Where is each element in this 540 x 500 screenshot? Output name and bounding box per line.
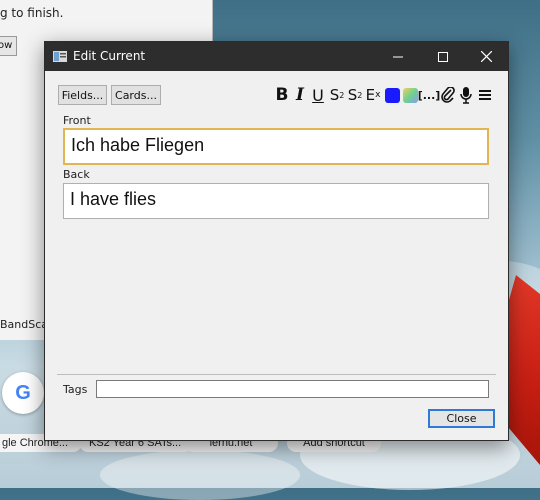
highlight-color-icon — [402, 87, 418, 103]
edit-current-dialog: Edit Current Fields... Cards... B I U S2… — [44, 41, 509, 441]
dialog-title: Edit Current — [73, 49, 146, 63]
maximize-icon — [438, 51, 448, 62]
text-color-icon — [384, 87, 400, 103]
close-icon — [480, 51, 492, 62]
cards-button[interactable]: Cards... — [111, 85, 161, 105]
more-menu-button[interactable] — [477, 85, 493, 105]
record-audio-icon — [460, 86, 472, 104]
app-icon — [53, 51, 67, 62]
record-audio-button[interactable] — [458, 85, 474, 105]
attach-button[interactable] — [440, 85, 456, 105]
background-window-button[interactable]: ow — [0, 36, 17, 56]
google-shortcut-tile[interactable]: G — [2, 372, 44, 414]
minimize-icon — [393, 56, 403, 57]
back-field[interactable]: I have flies — [63, 183, 489, 219]
underline-icon[interactable]: U — [311, 85, 325, 105]
minimize-button[interactable] — [378, 42, 418, 71]
text-color-button[interactable] — [384, 85, 400, 105]
highlight-color-button[interactable] — [402, 85, 418, 105]
dialog-titlebar[interactable]: Edit Current — [45, 42, 508, 71]
tags-input[interactable] — [96, 380, 489, 398]
fields-button[interactable]: Fields... — [58, 85, 107, 105]
subscript-icon[interactable]: S2 — [347, 85, 363, 105]
google-icon: G — [15, 381, 31, 404]
divider — [57, 374, 496, 375]
front-field[interactable]: Ich habe Fliegen — [63, 128, 489, 165]
front-label: Front — [63, 114, 91, 127]
more-menu-icon — [479, 90, 491, 100]
italic-icon[interactable]: I — [294, 85, 306, 105]
maximize-button[interactable] — [423, 42, 463, 71]
close-button[interactable]: Close — [428, 409, 495, 428]
close-window-button[interactable] — [466, 42, 506, 71]
background-window-text: g to finish. — [0, 6, 64, 20]
back-label: Back — [63, 168, 90, 181]
tags-label: Tags — [63, 383, 88, 396]
attach-icon — [441, 87, 455, 103]
background-cloud — [100, 450, 300, 500]
cloze-icon[interactable]: [...] — [418, 85, 441, 105]
bold-icon[interactable]: B — [275, 85, 289, 105]
superscript-icon[interactable]: S2 — [329, 85, 345, 105]
clear-format-icon[interactable]: Ex — [365, 85, 381, 105]
